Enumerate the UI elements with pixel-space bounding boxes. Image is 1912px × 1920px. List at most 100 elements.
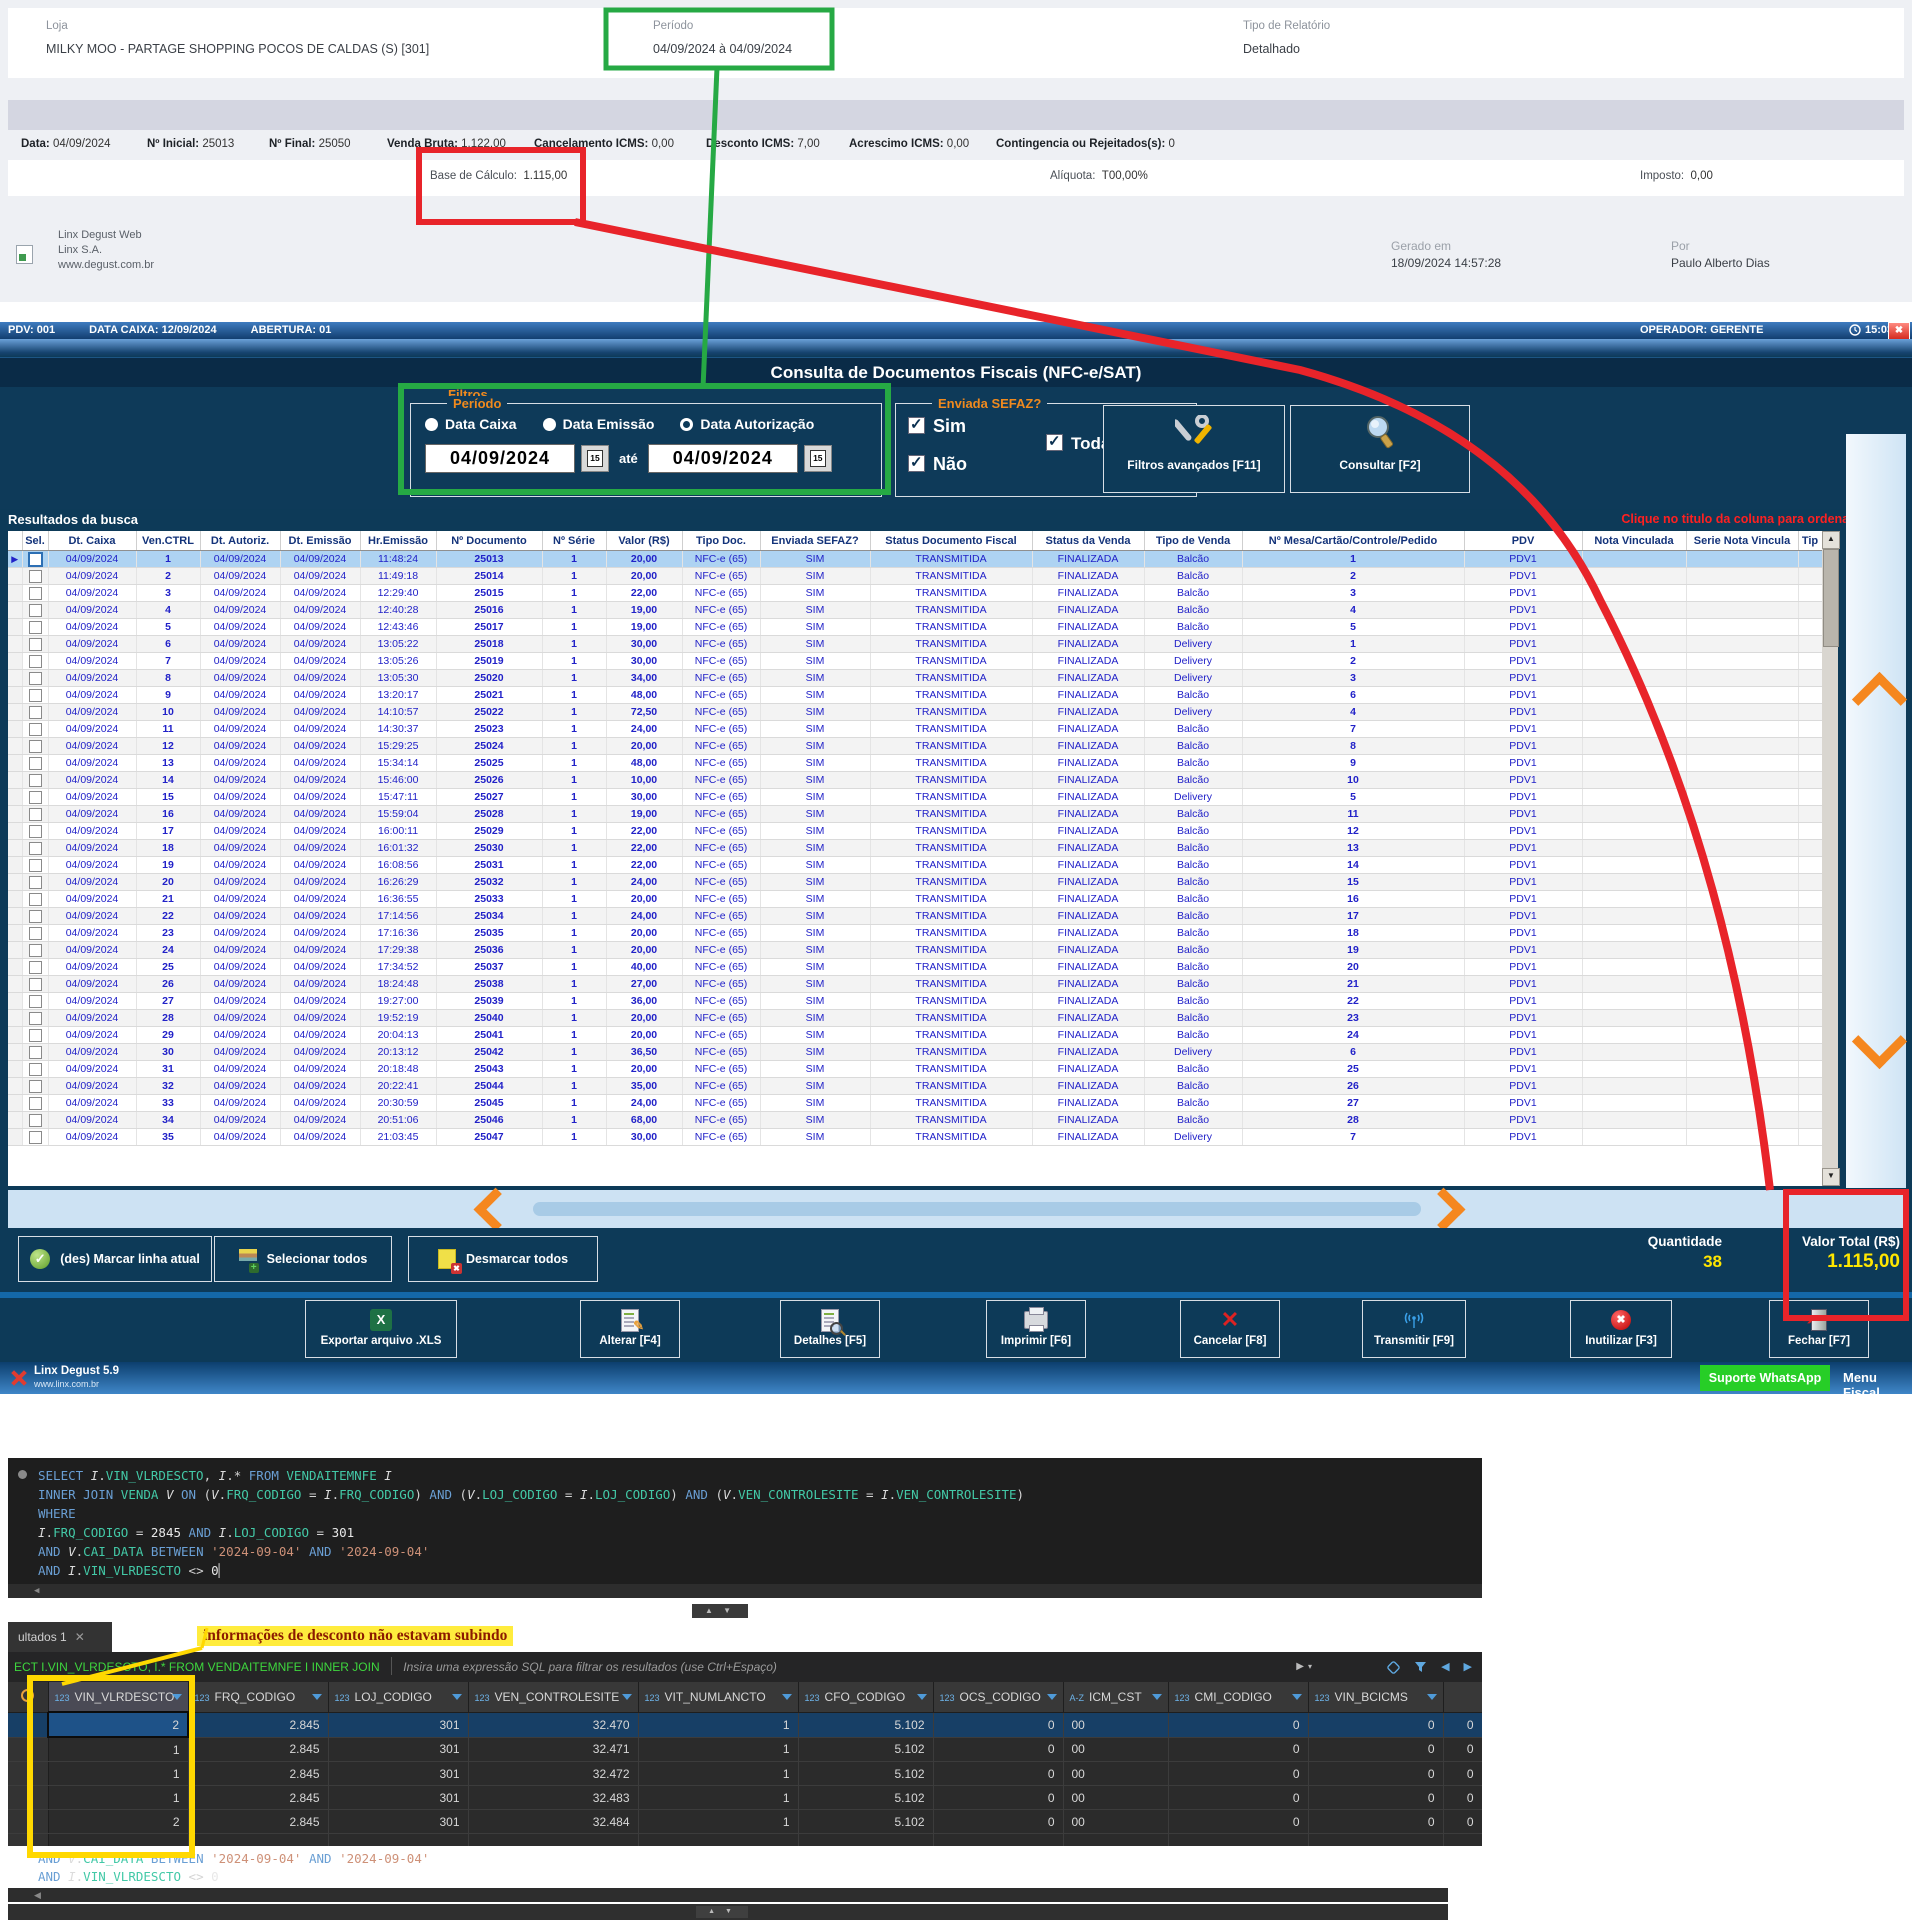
row-checkbox[interactable]: [28, 960, 42, 974]
row-checkbox[interactable]: [28, 1096, 42, 1110]
apply-filter-icon[interactable]: ▶ ▾: [1296, 1652, 1312, 1682]
row-checkbox[interactable]: [28, 1079, 42, 1093]
checkbox-sim[interactable]: Sim: [908, 415, 966, 437]
panel-collapse-buttons[interactable]: ▲ ▼: [692, 1604, 748, 1618]
history-forward-icon[interactable]: ▶: [1464, 1652, 1472, 1682]
row-checkbox[interactable]: [28, 620, 42, 634]
table-row[interactable]: 04/09/2024 34 04/09/2024 04/09/2024 20:51:06…: [8, 1111, 1822, 1129]
table-row[interactable]: 04/09/2024 14 04/09/2024 04/09/2024 15:46:00…: [8, 771, 1822, 789]
table-row[interactable]: 04/09/2024 7 04/09/2024 04/09/2024 13:05:26 2…: [8, 652, 1822, 670]
row-checkbox[interactable]: [28, 773, 42, 787]
table-row[interactable]: 04/09/2024 25 04/09/2024 04/09/2024 17:34:52…: [8, 958, 1822, 976]
row-checkbox[interactable]: [28, 892, 42, 906]
transmitir-button[interactable]: Transmitir [F9]: [1362, 1300, 1466, 1358]
table-row[interactable]: 04/09/2024 4 04/09/2024 04/09/2024 12:40:28 2…: [8, 601, 1822, 619]
table-row[interactable]: 04/09/2024 10 04/09/2024 04/09/2024 14:10:57…: [8, 703, 1822, 721]
grid-row[interactable]: 2 2.845 301 32.470 1 5.102 0 00 0 0 0: [8, 1711, 1482, 1738]
table-row[interactable]: 04/09/2024 24 04/09/2024 04/09/2024 17:29:38…: [8, 941, 1822, 959]
row-checkbox[interactable]: [28, 722, 42, 736]
table-row[interactable]: 04/09/2024 13 04/09/2024 04/09/2024 15:34:14…: [8, 754, 1822, 772]
grid-row[interactable]: 1 2.845 301 32.471 1 5.102 0 00 0 0 0: [8, 1737, 1482, 1762]
table-row[interactable]: 04/09/2024 28 04/09/2024 04/09/2024 19:52:19…: [8, 1009, 1822, 1027]
menu-fiscal-button[interactable]: Menu Fiscal: [1843, 1370, 1912, 1400]
table-row[interactable]: 04/09/2024 11 04/09/2024 04/09/2024 14:30:37…: [8, 720, 1822, 738]
filter-placeholder[interactable]: Insira uma expressão SQL para filtrar os…: [403, 1660, 777, 1674]
grid-column-header[interactable]: A-Z ICM_CST: [1063, 1682, 1169, 1713]
row-checkbox[interactable]: [28, 1130, 42, 1144]
table-row[interactable]: 04/09/2024 31 04/09/2024 04/09/2024 20:18:48…: [8, 1060, 1822, 1078]
table-row[interactable]: 04/09/2024 16 04/09/2024 04/09/2024 15:59:04…: [8, 805, 1822, 823]
calendar-icon[interactable]: 15: [581, 445, 609, 472]
table-row[interactable]: 04/09/2024 27 04/09/2024 04/09/2024 19:27:00…: [8, 992, 1822, 1010]
row-checkbox[interactable]: [28, 926, 42, 940]
erase-filter-icon[interactable]: [1387, 1660, 1400, 1674]
row-checkbox[interactable]: [28, 875, 42, 889]
checkbox-icon[interactable]: [1046, 432, 1063, 451]
sql-editor-panel[interactable]: SELECT I.VIN_VLRDESCTO, I.* FROM VENDAIT…: [8, 1458, 1482, 1598]
table-row[interactable]: 04/09/2024 12 04/09/2024 04/09/2024 15:29:25…: [8, 737, 1822, 755]
chevron-right-icon[interactable]: [1421, 1187, 1466, 1232]
row-checkbox[interactable]: [27, 551, 43, 567]
radio-data-emissao[interactable]: Data Emissão: [542, 416, 654, 432]
sql-code[interactable]: SELECT I.VIN_VLRDESCTO, I.* FROM VENDAIT…: [38, 1466, 1024, 1580]
radio-data-caixa[interactable]: Data Caixa: [425, 416, 517, 432]
table-row[interactable]: 04/09/2024 3 04/09/2024 04/09/2024 12:29:40 2…: [8, 584, 1822, 602]
row-checkbox[interactable]: [28, 1113, 42, 1127]
grid-row[interactable]: 1 2.845 301 32.483 1 5.102 0 00 0 0 0: [8, 1785, 1482, 1810]
row-checkbox[interactable]: [28, 654, 42, 668]
grid-row[interactable]: 1 2.845 301 32.472 1 5.102 0 00 0 0 0: [8, 1761, 1482, 1786]
cancelar-button[interactable]: ✕ Cancelar [F8]: [1180, 1300, 1280, 1358]
row-checkbox[interactable]: [28, 705, 42, 719]
mark-current-line-button[interactable]: ✓ (des) Marcar linha atual: [18, 1236, 212, 1282]
grid-row[interactable]: 2 2.845 301 32.484 1 5.102 0 00 0 0 0: [8, 1809, 1482, 1834]
row-checkbox[interactable]: [28, 1045, 42, 1059]
checkbox-icon[interactable]: [908, 415, 925, 434]
row-checkbox[interactable]: [28, 739, 42, 753]
grid-column-header[interactable]: 123 VEN_CONTROLESITE: [468, 1682, 639, 1713]
table-row[interactable]: 04/09/2024 2 04/09/2024 04/09/2024 11:49:18 2…: [8, 567, 1822, 585]
whatsapp-support-button[interactable]: Suporte WhatsApp: [1700, 1365, 1830, 1391]
close-icon[interactable]: ✖: [1888, 322, 1910, 340]
row-checkbox[interactable]: [28, 569, 42, 583]
chevron-down-icon[interactable]: [1851, 1013, 1908, 1070]
consultar-button[interactable]: Consultar [F2]: [1290, 405, 1470, 493]
checkbox-icon[interactable]: [908, 453, 925, 472]
radio-icon[interactable]: [680, 418, 694, 431]
tab-resultados[interactable]: ultados 1 ✕: [8, 1622, 112, 1652]
funnel-icon[interactable]: [1414, 1661, 1427, 1673]
calendar-icon[interactable]: 15: [803, 445, 832, 472]
table-row[interactable]: 04/09/2024 32 04/09/2024 04/09/2024 20:22:41…: [8, 1077, 1822, 1095]
grid-column-header[interactable]: 123 VIN_BCICMS: [1308, 1682, 1444, 1713]
table-row[interactable]: 04/09/2024 26 04/09/2024 04/09/2024 18:24:48…: [8, 975, 1822, 993]
grid-column-header[interactable]: 123 VIT_NUMLANCTO: [638, 1682, 799, 1713]
imprimir-button[interactable]: Imprimir [F6]: [986, 1300, 1086, 1358]
table-row[interactable]: 04/09/2024 17 04/09/2024 04/09/2024 16:00:11…: [8, 822, 1822, 840]
radio-icon[interactable]: [425, 418, 438, 431]
table-row[interactable]: 04/09/2024 9 04/09/2024 04/09/2024 13:20:17 2…: [8, 686, 1822, 704]
table-row[interactable]: 04/09/2024 21 04/09/2024 04/09/2024 16:36:55…: [8, 890, 1822, 908]
history-back-icon[interactable]: ◀: [1441, 1652, 1449, 1682]
row-checkbox[interactable]: [28, 807, 42, 821]
table-row[interactable]: 04/09/2024 18 04/09/2024 04/09/2024 16:01:32…: [8, 839, 1822, 857]
radio-data-autorizacao[interactable]: Data Autorização: [680, 416, 814, 432]
table-row[interactable]: 04/09/2024 29 04/09/2024 04/09/2024 20:04:13…: [8, 1026, 1822, 1044]
row-checkbox[interactable]: [28, 671, 42, 685]
row-checkbox[interactable]: [28, 977, 42, 991]
select-all-button[interactable]: Selecionar todos: [214, 1236, 392, 1282]
row-checkbox[interactable]: [28, 637, 42, 651]
scrollbar-thumb[interactable]: [1823, 549, 1839, 647]
table-header-row[interactable]: Sel. Dt. Caixa Ven.CTRL Dt. Autoriz. Dt. Emi…: [8, 531, 1822, 551]
detalhes-button[interactable]: Detalhes [F5]: [780, 1300, 880, 1358]
row-checkbox[interactable]: [28, 841, 42, 855]
vertical-scrollbar[interactable]: ▲ ▼: [1822, 531, 1840, 1186]
table-row[interactable]: 04/09/2024 23 04/09/2024 04/09/2024 17:16:36…: [8, 924, 1822, 942]
row-checkbox[interactable]: [28, 586, 42, 600]
row-checkbox[interactable]: [28, 603, 42, 617]
results-filter-bar[interactable]: ECT I.VIN_VLRDESCTO, I.* FROM VENDAITEMN…: [8, 1652, 1482, 1682]
row-checkbox[interactable]: [28, 1028, 42, 1042]
table-row[interactable]: 04/09/2024 6 04/09/2024 04/09/2024 13:05:22 2…: [8, 635, 1822, 653]
editor-hscrollbar[interactable]: ◀: [8, 1584, 1482, 1598]
table-row[interactable]: 04/09/2024 8 04/09/2024 04/09/2024 13:05:30 2…: [8, 669, 1822, 687]
grid-column-header[interactable]: 123 FRQ_CODIGO: [188, 1682, 329, 1713]
fechar-button[interactable]: Fechar [F7]: [1769, 1300, 1869, 1358]
